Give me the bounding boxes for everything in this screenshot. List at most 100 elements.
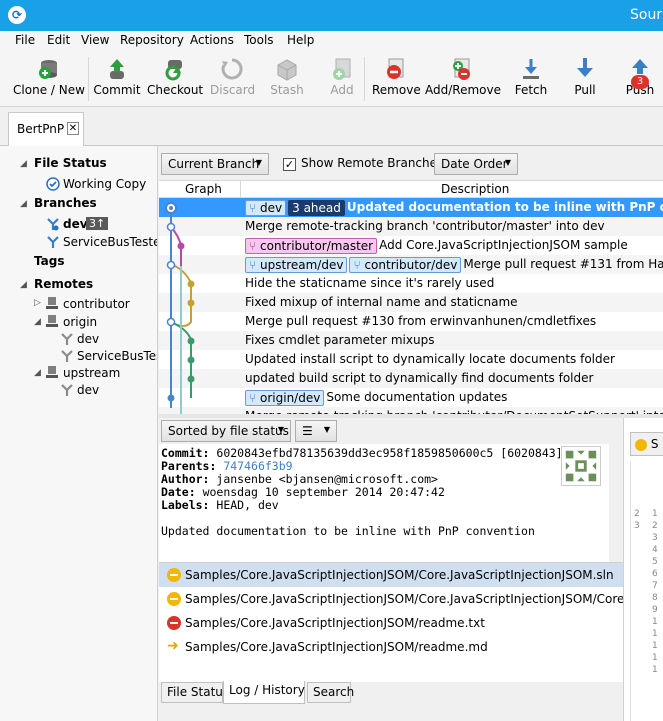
tab-log-history[interactable]: Log / History: [223, 681, 305, 704]
branch-icon: ⑂: [249, 258, 261, 272]
file-path: Samples/Core.JavaScriptInjectionJSOM/rea…: [185, 640, 488, 654]
clone-new-button[interactable]: Clone / New: [8, 53, 90, 105]
sidebar-item-upstream[interactable]: upstream: [63, 366, 120, 380]
close-icon[interactable]: ✕: [67, 122, 79, 135]
file-row[interactable]: Samples/Core.JavaScriptInjectionJSOM/Cor…: [159, 563, 623, 587]
remote-server-icon: [46, 315, 58, 327]
diff-gutter-divider: [630, 462, 631, 721]
parents-label: Parents:: [161, 459, 217, 473]
sidebar-item-upstream-dev[interactable]: dev: [77, 383, 99, 397]
commit-graph: [165, 202, 195, 414]
status-bar-glyph: [170, 598, 178, 600]
sidebar-item-dev[interactable]: dev: [63, 217, 88, 231]
order-dropdown[interactable]: Date Order ▼: [434, 153, 518, 175]
line-number: 1: [652, 665, 658, 675]
discard-button[interactable]: Discard: [210, 53, 255, 105]
toolbar: Clone / New Commit Checkout Discard Stash Add…: [0, 51, 663, 107]
push-button[interactable]: 3 Push: [622, 53, 658, 105]
commit-description: ⑂ upstream/dev ⑂ contributor/dev Merge pul…: [245, 257, 663, 273]
sidebar-item-origin-dev[interactable]: dev: [77, 332, 99, 346]
remote-branch-icon: [61, 384, 73, 396]
branch-icon: ⑂: [249, 201, 261, 215]
sidebar-item-origin-servicebustester[interactable]: ServiceBusTeste: [77, 349, 157, 363]
file-path: Samples/Core.JavaScriptInjectionJSOM/Cor…: [185, 568, 614, 582]
tab-file-status[interactable]: File Status: [161, 682, 229, 703]
menu-repository[interactable]: Repository: [120, 33, 184, 47]
commit-message: Hide the staticname since it's rarely us…: [245, 276, 495, 290]
sidebar-section-file-status[interactable]: File Status: [34, 156, 107, 170]
sidebar-item-servicebustester[interactable]: ServiceBusTester: [63, 235, 157, 249]
add-icon: [333, 58, 351, 80]
fetch-button[interactable]: Fetch: [509, 53, 553, 105]
commit-details: Commit: 6020843efbd78135639dd3ec958f1859…: [159, 444, 623, 562]
column-header-description[interactable]: Description: [441, 182, 509, 196]
details-scrollbar[interactable]: [609, 444, 623, 562]
line-number: 1: [652, 641, 658, 651]
add-label: Add: [330, 83, 354, 97]
view-mode-dropdown[interactable]: ☰ ▼: [295, 420, 337, 442]
removed-status-icon: [167, 616, 181, 630]
add-remove-button[interactable]: Add/Remove: [425, 53, 501, 105]
sidebar-item-working-copy[interactable]: Working Copy: [63, 177, 146, 191]
diff-hunk-label: S: [650, 437, 659, 451]
show-remote-branches-checkbox[interactable]: ✓: [283, 158, 296, 171]
modified-status-icon: [635, 438, 647, 451]
branch-filter-dropdown[interactable]: Current Branch ▼: [161, 153, 269, 175]
sidebar-section-remotes[interactable]: Remotes: [34, 277, 93, 291]
author-label: Author:: [161, 472, 210, 486]
file-sort-value: Sorted by file status: [168, 424, 289, 438]
commit-message: Fixes cmdlet parameter mixups: [245, 333, 435, 347]
remote-server-icon: [46, 366, 58, 378]
repo-tab-label: BertPnP: [17, 122, 65, 136]
collapse-triangle-icon[interactable]: ▷: [34, 298, 41, 308]
expand-triangle-icon[interactable]: ◢: [20, 159, 27, 169]
repo-tab[interactable]: BertPnP ✕: [8, 112, 84, 146]
menu-help[interactable]: Help: [287, 33, 314, 47]
menu-edit[interactable]: Edit: [47, 33, 70, 47]
file-row[interactable]: ➜ Samples/Core.JavaScriptInjectionJSOM/re…: [159, 635, 623, 659]
menu-view[interactable]: View: [81, 33, 109, 47]
main-pane: Current Branch ▼ ✓ Show Remote Branches D…: [159, 146, 663, 721]
add-remove-icon: [453, 58, 470, 80]
add-button[interactable]: Add: [322, 53, 362, 105]
tab-search[interactable]: Search: [307, 682, 354, 703]
sidebar-item-contributor[interactable]: contributor: [63, 297, 130, 311]
sourcetree-app-icon[interactable]: ⟳: [8, 6, 26, 24]
changed-files-list[interactable]: Samples/Core.JavaScriptInjectionJSOM/Cor…: [159, 562, 623, 682]
menu-actions[interactable]: Actions: [190, 33, 234, 47]
column-divider[interactable]: [240, 180, 241, 198]
sidebar-section-branches[interactable]: Branches: [34, 196, 97, 210]
expand-triangle-icon[interactable]: ◢: [34, 368, 41, 378]
expand-triangle-icon[interactable]: ◢: [20, 199, 27, 209]
stash-button[interactable]: Stash: [264, 53, 310, 105]
file-sort-dropdown[interactable]: Sorted by file status ▼: [161, 420, 291, 442]
pull-button[interactable]: Pull: [568, 53, 602, 105]
branch-icon: ⑂: [353, 258, 365, 272]
labels-value: HEAD, dev: [216, 498, 279, 512]
diff-hunk-header[interactable]: S: [630, 432, 663, 456]
repo-tab-strip: BertPnP ✕: [0, 108, 663, 146]
commit-hash: 6020843efbd78135639dd3ec958f1859850600c5…: [216, 446, 563, 460]
menu-tools[interactable]: Tools: [244, 33, 274, 47]
column-header-graph[interactable]: Graph: [185, 182, 222, 196]
expand-triangle-icon[interactable]: ◢: [34, 317, 41, 327]
history-column-header: Graph Description: [159, 180, 663, 198]
checkout-label: Checkout: [147, 83, 204, 97]
menu-file[interactable]: File: [15, 33, 35, 47]
date-value: woensdag 10 september 2014 20:47:42: [202, 485, 445, 499]
branch-label: ⑂ contributor/master: [245, 238, 378, 254]
parent-link[interactable]: 747466f3b9: [223, 459, 292, 473]
branch-label-text: 3 ahead: [292, 201, 341, 215]
commit-description: Hide the staticname since it's rarely us…: [245, 276, 494, 290]
sidebar-item-origin[interactable]: origin: [63, 315, 97, 329]
sidebar-section-tags[interactable]: Tags: [34, 254, 64, 268]
expand-triangle-icon[interactable]: ◢: [20, 280, 27, 290]
commit-button[interactable]: Commit: [93, 53, 141, 105]
file-row[interactable]: Samples/Core.JavaScriptInjectionJSOM/Cor…: [159, 587, 623, 611]
branch-label: ⑂ dev: [245, 200, 287, 216]
commit-description: ⑂ origin/dev Some documentation updates: [245, 390, 507, 406]
checkout-button[interactable]: Checkout: [147, 53, 203, 105]
file-row[interactable]: Samples/Core.JavaScriptInjectionJSOM/rea…: [159, 611, 623, 635]
commit-description: Updated install script to dynamically lo…: [245, 352, 615, 366]
remove-button[interactable]: Remove: [372, 53, 421, 105]
